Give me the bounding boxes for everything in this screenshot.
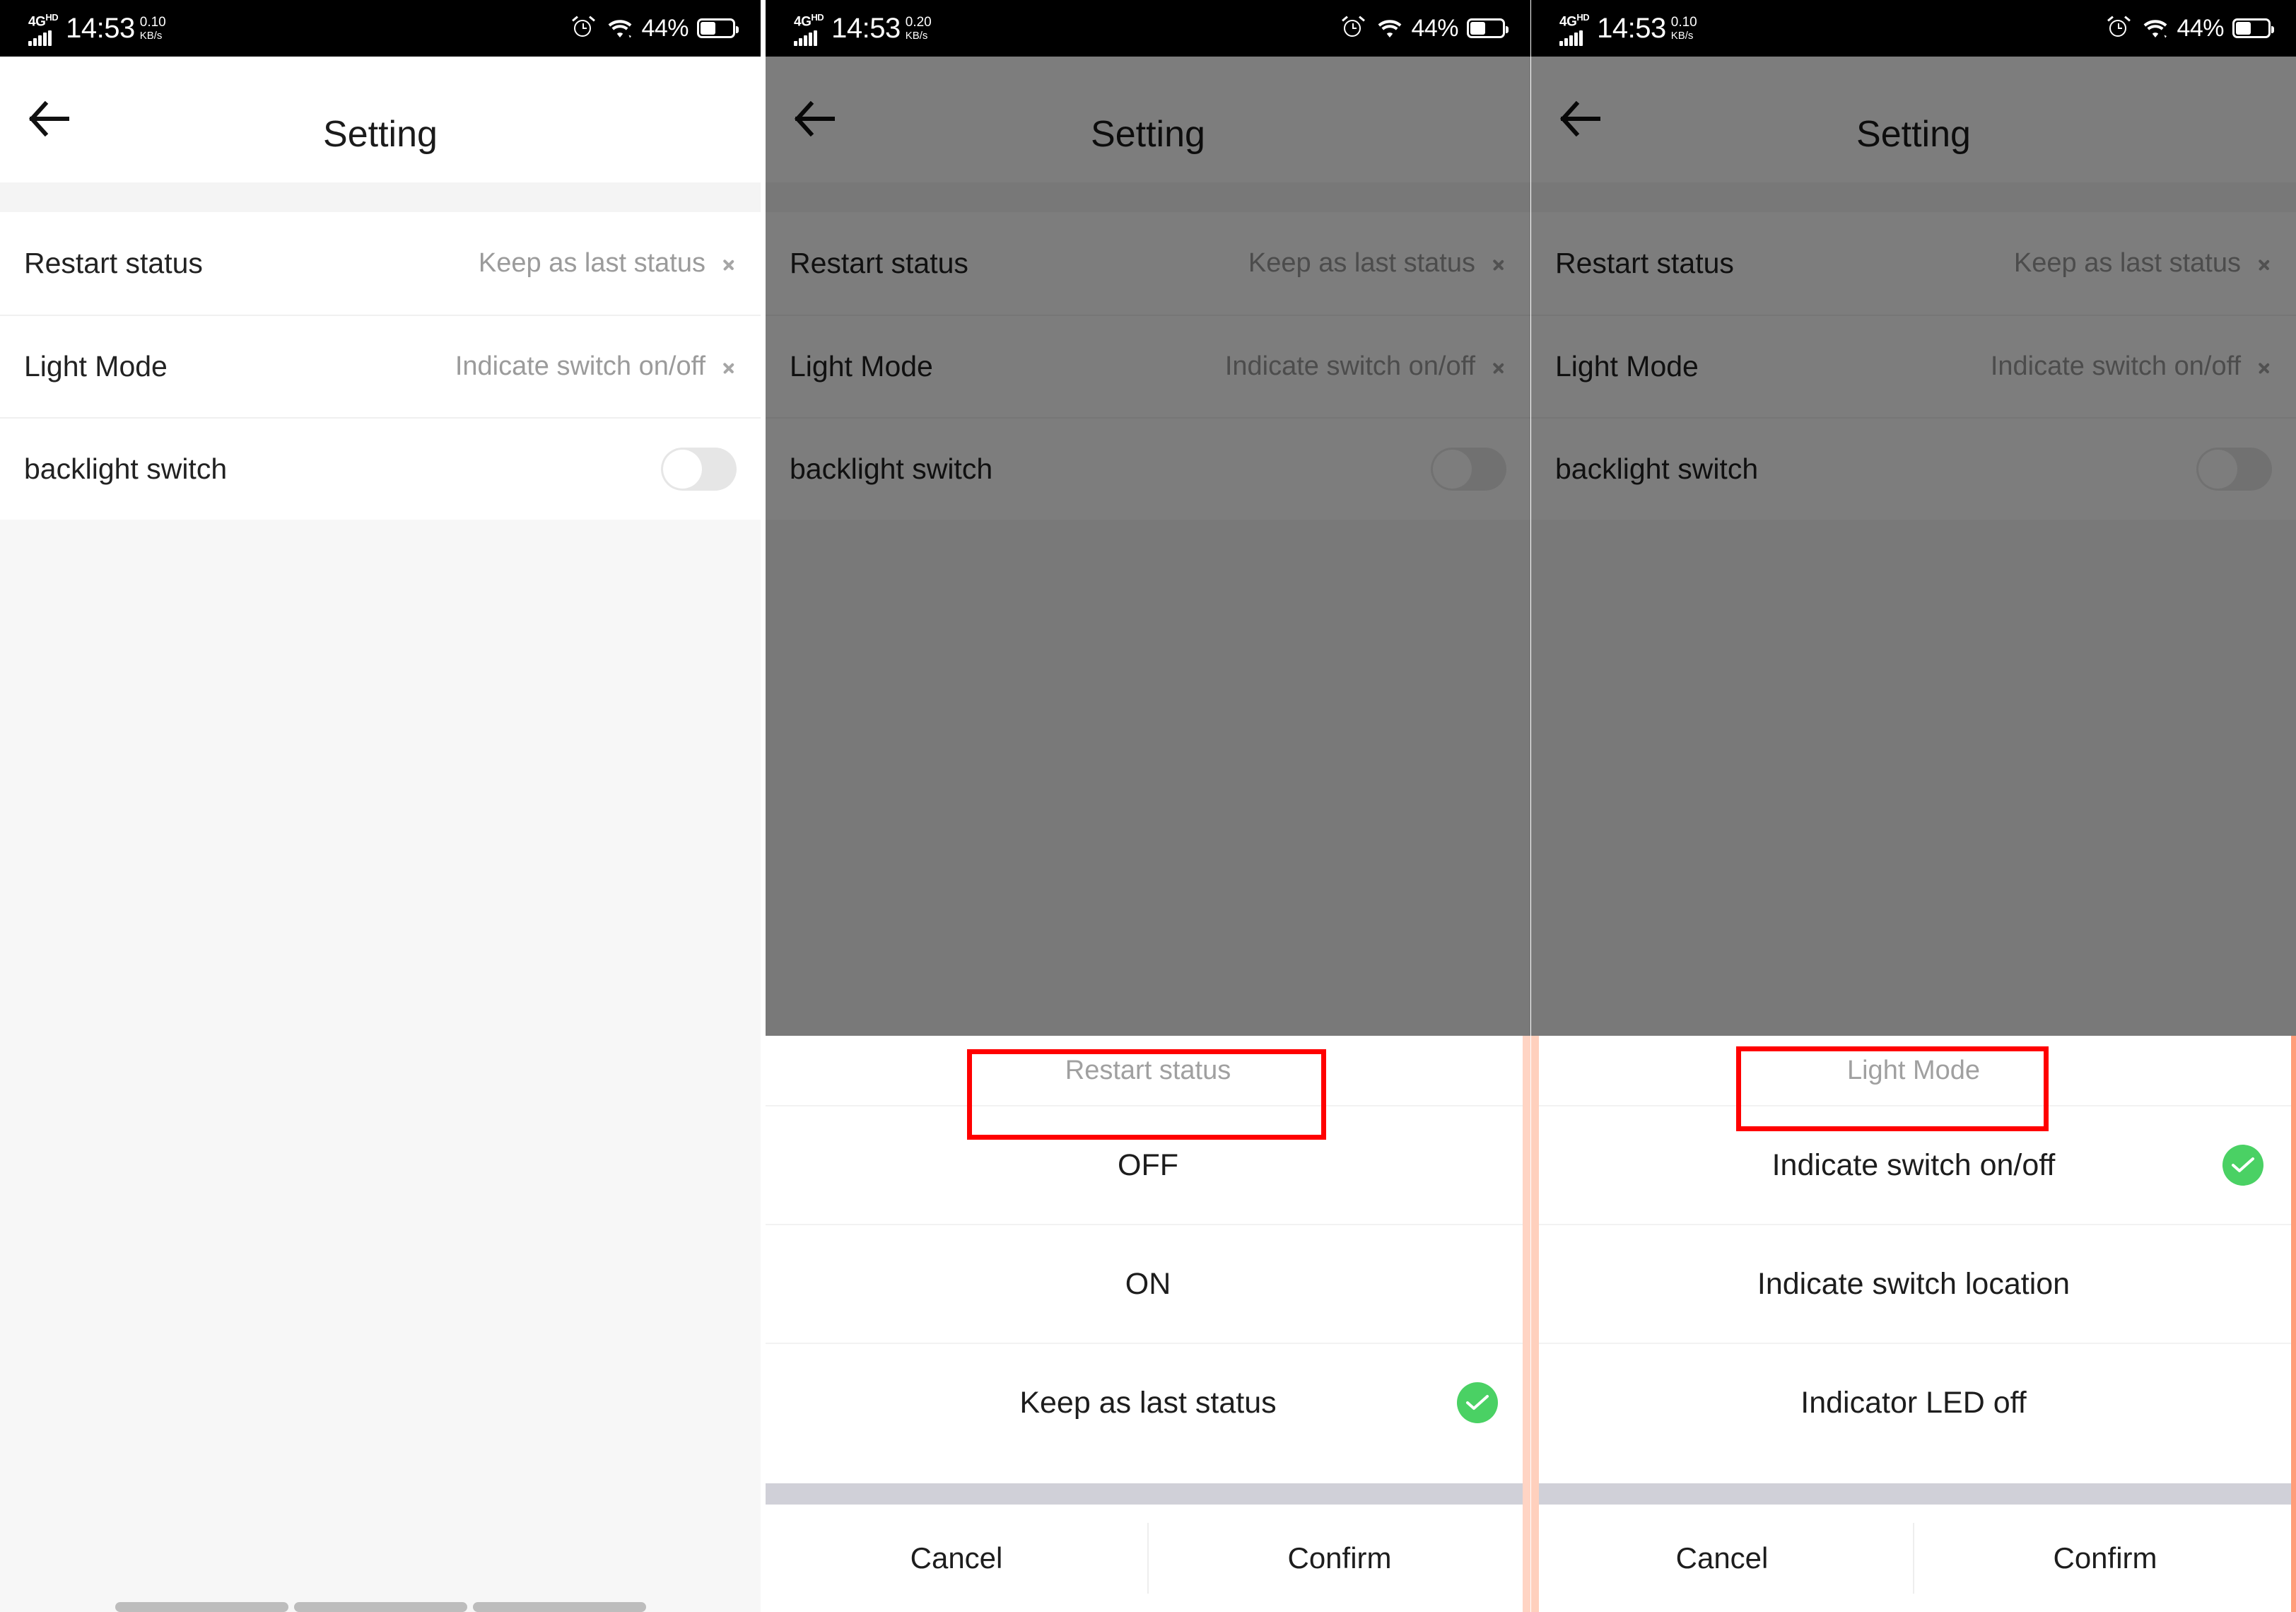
alarm-clock-icon xyxy=(572,16,595,40)
page-title: Setting xyxy=(323,114,438,155)
wifi-icon xyxy=(1377,18,1402,39)
sheet-edge-accent xyxy=(2291,1036,2296,1612)
network-type-label: 4GHD xyxy=(794,11,824,46)
alarm-clock-icon xyxy=(2107,16,2131,40)
row-label: backlight switch xyxy=(24,452,228,485)
toggle-knob xyxy=(663,450,702,489)
option-item[interactable]: Indicator LED off xyxy=(1531,1343,2296,1461)
status-bar-left: 4GHD 14:53 0.20 KB/s xyxy=(794,0,932,57)
network-speed: 0.10 KB/s xyxy=(139,15,166,42)
status-bar-left: 4GHD 14:53 0.10 KB/s xyxy=(1559,0,1697,57)
status-bar: 4GHD 14:53 0.20 KB/s 44% xyxy=(766,0,1530,57)
sheet-actions: Cancel Confirm xyxy=(766,1505,1530,1612)
signal-bars-icon xyxy=(28,30,52,46)
row-label: Restart status xyxy=(24,247,203,279)
modal-dim-overlay[interactable] xyxy=(766,57,1530,1036)
confirm-button[interactable]: Confirm xyxy=(1149,1505,1530,1612)
app-header: Setting xyxy=(0,57,761,182)
signal-bars-icon xyxy=(1559,30,1583,46)
option-label: ON xyxy=(1125,1266,1171,1301)
sheet-title: Light Mode xyxy=(1846,1055,1980,1085)
status-bar-right: 44% xyxy=(572,0,739,57)
nav-hint-bar[interactable] xyxy=(115,1602,288,1612)
system-nav-hints xyxy=(0,1581,761,1612)
sheet-header: Restart status xyxy=(766,1036,1530,1105)
selected-check-icon xyxy=(1457,1382,1498,1423)
setting-row-backlight-switch[interactable]: backlight switch xyxy=(0,417,761,520)
status-bar-right: 44% xyxy=(1342,0,1509,57)
network-type-label: 4GHD xyxy=(1559,11,1590,46)
modal-dim-overlay[interactable] xyxy=(1531,57,2296,1036)
network-type-label: 4GHD xyxy=(28,11,59,46)
panel-settings-list: 4GHD 14:53 0.10 KB/s 44% Setting Restart… xyxy=(0,0,761,1612)
status-bar: 4GHD 14:53 0.10 KB/s 44% xyxy=(0,0,761,57)
status-clock: 14:53 xyxy=(66,13,135,44)
status-clock: 14:53 xyxy=(831,13,901,44)
option-label: OFF xyxy=(1118,1147,1178,1182)
option-label: Indicate switch location xyxy=(1757,1266,2070,1301)
panel-restart-status-picker: 4GHD 14:53 0.20 KB/s 44% Restart status … xyxy=(766,0,1530,1612)
wifi-icon xyxy=(607,18,633,39)
confirm-button[interactable]: Confirm xyxy=(1914,1505,2296,1612)
battery-percent-label: 44% xyxy=(2177,14,2224,42)
setting-row-light-mode[interactable]: Light Mode Indicate switch on/off xyxy=(0,315,761,417)
settings-list: Restart status Keep as last status Light… xyxy=(0,212,761,520)
option-item[interactable]: Indicate switch on/off xyxy=(1531,1105,2296,1224)
option-item[interactable]: OFF xyxy=(766,1105,1530,1224)
setting-row-restart-status[interactable]: Restart status Keep as last status xyxy=(0,212,761,315)
page-background xyxy=(0,520,761,1612)
wifi-icon xyxy=(2143,18,2168,39)
battery-icon xyxy=(2232,18,2274,38)
nav-hint-bar[interactable] xyxy=(472,1602,646,1612)
header-divider-band xyxy=(0,182,761,212)
backlight-switch-toggle[interactable] xyxy=(661,448,737,491)
network-speed: 0.20 KB/s xyxy=(905,15,932,42)
status-bar-left: 4GHD 14:53 0.10 KB/s xyxy=(28,0,166,57)
sheet-edge-accent xyxy=(1523,1036,1530,1612)
screenshot-stage: 4GHD 14:53 0.10 KB/s 44% Setting Restart… xyxy=(0,0,2296,1612)
status-bar-right: 44% xyxy=(2107,0,2274,57)
cancel-button[interactable]: Cancel xyxy=(766,1505,1147,1612)
sheet-footer-divider xyxy=(1531,1483,2296,1505)
network-speed: 0.10 KB/s xyxy=(1670,15,1697,42)
option-item[interactable]: Keep as last status xyxy=(766,1343,1530,1461)
row-value: Keep as last status xyxy=(478,248,705,278)
battery-icon xyxy=(1467,18,1509,38)
sheet-footer-divider xyxy=(766,1483,1530,1505)
sheet-title: Restart status xyxy=(1065,1055,1231,1085)
signal-bars-icon xyxy=(794,30,817,46)
nav-hint-bar[interactable] xyxy=(293,1602,467,1612)
row-value: Indicate switch on/off xyxy=(455,351,705,381)
chevron-right-icon xyxy=(722,355,737,379)
status-bar: 4GHD 14:53 0.10 KB/s 44% xyxy=(1531,0,2296,57)
option-item[interactable]: Indicate switch location xyxy=(1531,1224,2296,1343)
chevron-right-icon xyxy=(722,252,737,276)
sheet-actions: Cancel Confirm xyxy=(1531,1505,2296,1612)
option-item[interactable]: ON xyxy=(766,1224,1530,1343)
status-clock: 14:53 xyxy=(1597,13,1666,44)
option-label: Indicator LED off xyxy=(1800,1385,2027,1420)
sheet-header: Light Mode xyxy=(1531,1036,2296,1105)
cancel-button[interactable]: Cancel xyxy=(1531,1505,1913,1612)
option-label: Indicate switch on/off xyxy=(1771,1147,2056,1182)
battery-icon xyxy=(697,18,739,38)
battery-percent-label: 44% xyxy=(641,14,689,42)
alarm-clock-icon xyxy=(1342,16,1365,40)
sheet-edge-accent xyxy=(1531,1036,1539,1612)
battery-percent-label: 44% xyxy=(1411,14,1458,42)
selected-check-icon xyxy=(2222,1145,2263,1186)
row-label: Light Mode xyxy=(24,350,168,382)
panel-light-mode-picker: 4GHD 14:53 0.10 KB/s 44% Light Mode Indi… xyxy=(1531,0,2296,1612)
option-label: Keep as last status xyxy=(1019,1385,1277,1420)
